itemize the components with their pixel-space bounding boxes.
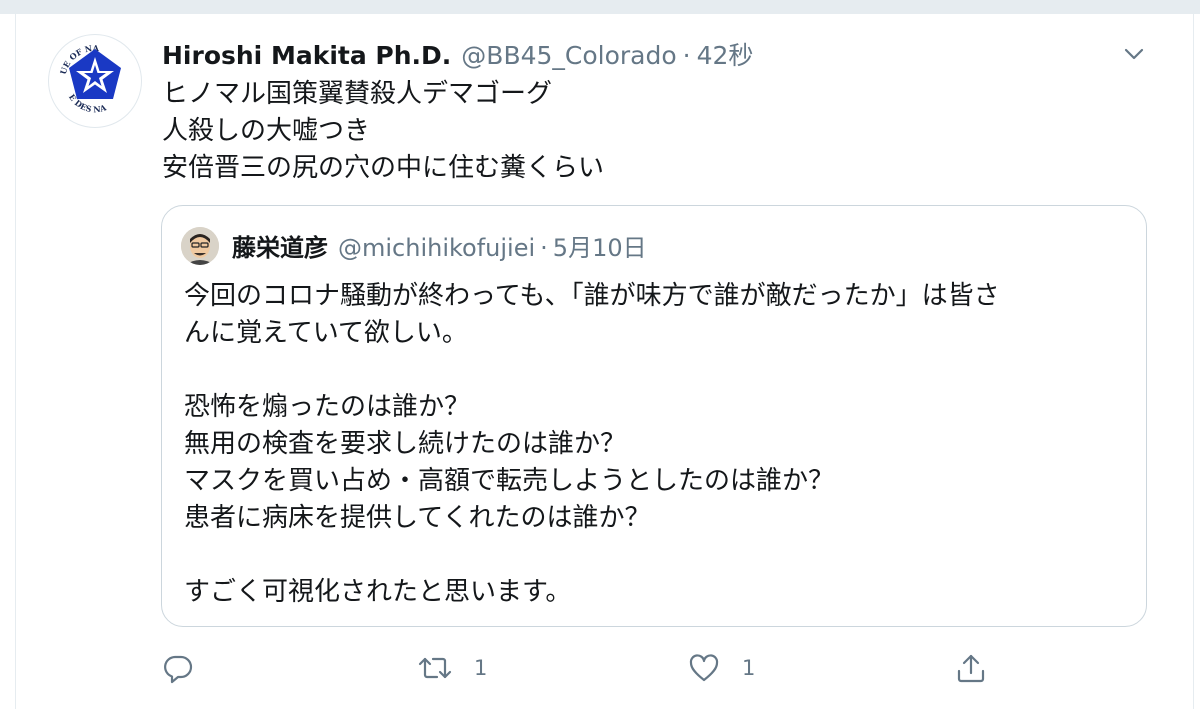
avatar[interactable]: UE OF NA E DES NA <box>48 34 142 128</box>
retweet-button[interactable]: 1 <box>418 648 487 688</box>
timeline-right-border <box>1193 14 1194 709</box>
user-handle[interactable]: @BB45_Colorado <box>461 41 676 70</box>
reply-button[interactable] <box>162 648 194 688</box>
like-count: 1 <box>742 656 756 680</box>
display-name[interactable]: Hiroshi Makita Ph.D. <box>162 41 451 70</box>
chevron-down-icon[interactable] <box>1120 42 1148 66</box>
quoted-handle[interactable]: @michihikofujiei <box>338 234 535 262</box>
timeline-top-divider <box>0 0 1200 14</box>
quoted-line: んに覚えていて欲しい。 <box>184 318 468 348</box>
tweet-text: ヒノマル国策翼賛殺人デマゴーグ 人殺しの大嘘つき 安倍晋三の尻の穴の中に住む糞く… <box>162 76 604 187</box>
reply-icon <box>164 655 193 684</box>
quoted-tweet[interactable]: 藤栄道彦 @michihikofujiei · 5月10日 今回のコロナ騒動が終… <box>161 205 1147 627</box>
quoted-avatar[interactable] <box>181 227 219 265</box>
retweet-icon <box>418 657 452 679</box>
timeline-left-border <box>15 14 16 709</box>
quoted-line: 患者に病床を提供してくれたのは誰か？ <box>184 503 651 533</box>
tweet-header: Hiroshi Makita Ph.D. @BB45_Colorado · 42… <box>162 36 753 72</box>
separator-dot: · <box>682 41 691 70</box>
quoted-line-blank <box>184 537 1134 574</box>
quoted-line: マスクを買い占め・高額で転売しようとしたのは誰か？ <box>184 466 835 496</box>
retweet-count: 1 <box>474 656 488 680</box>
timestamp[interactable]: 42秒 <box>697 36 754 72</box>
tweet-line: 人殺しの大嘘つき <box>162 116 371 146</box>
quoted-timestamp[interactable]: 5月10日 <box>553 228 647 263</box>
quoted-line: 無用の検査を要求し続けたのは誰か？ <box>184 429 627 459</box>
heart-icon <box>689 654 719 682</box>
tweet-actions: 1 1 <box>162 648 992 688</box>
quoted-display-name[interactable]: 藤栄道彦 <box>232 228 328 263</box>
share-button[interactable] <box>955 648 987 688</box>
tweet-line: 安倍晋三の尻の穴の中に住む糞くらい <box>162 153 605 183</box>
quoted-line: 今回のコロナ騒動が終わっても、「誰が味方で誰が敵だったか」は皆さ <box>184 281 1000 311</box>
quoted-line-blank <box>184 352 1134 389</box>
tweet-line: ヒノマル国策翼賛殺人デマゴーグ <box>162 79 553 109</box>
like-button[interactable]: 1 <box>688 648 755 688</box>
quoted-line: すごく可視化されたと思います。 <box>184 577 572 607</box>
share-icon <box>957 654 985 683</box>
quoted-header: 藤栄道彦 @michihikofujiei · 5月10日 <box>232 228 647 263</box>
separator-dot: · <box>540 234 548 262</box>
quoted-text: 今回のコロナ騒動が終わっても、「誰が味方で誰が敵だったか」は皆さ んに覚えていて… <box>184 278 1134 611</box>
quoted-line: 恐怖を煽ったのは誰か？ <box>184 392 471 422</box>
